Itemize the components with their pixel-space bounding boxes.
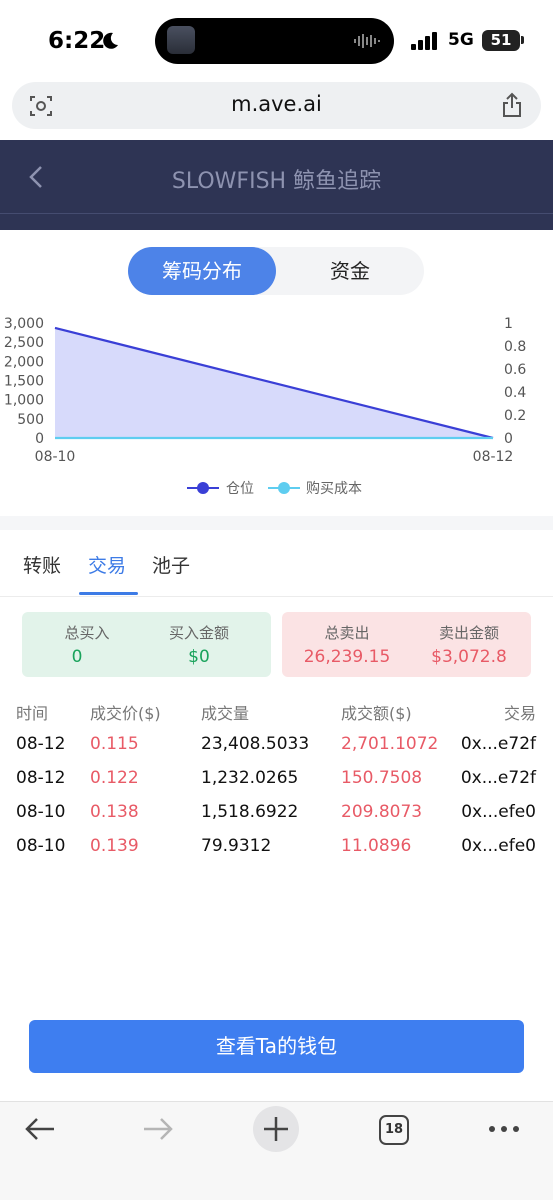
table-row[interactable]: 08-10 0.138 1,518.6922 209.8073 0x...efe… — [0, 802, 553, 836]
header-divider — [0, 213, 553, 214]
section-divider — [0, 516, 553, 530]
cell-tx-hash[interactable]: 0x...e72f — [461, 768, 536, 788]
y-right-tick-label: 0.6 — [504, 362, 526, 378]
cell-amount: 209.8073 — [341, 802, 423, 822]
col-header-time: 时间 — [16, 704, 49, 723]
cell-time: 08-12 — [16, 734, 66, 754]
status-bar: 6:22 5G 51 — [0, 0, 553, 80]
cell-volume: 1,232.0265 — [201, 768, 299, 788]
more-icon[interactable] — [488, 1122, 520, 1136]
audio-wave-icon — [354, 34, 380, 48]
tab-switcher-button[interactable]: 18 — [379, 1115, 409, 1145]
y-left-tick-label: 500 — [17, 412, 44, 428]
cell-volume: 23,408.5033 — [201, 734, 310, 754]
x-tick-label: 08-10 — [35, 449, 76, 465]
active-tab-indicator — [79, 592, 138, 595]
y-left-tick-label: 2,000 — [4, 354, 44, 370]
col-header-amount: 成交额($) — [341, 704, 412, 723]
y-axis-right: 1 0.8 0.6 0.4 0.2 0 — [504, 316, 526, 447]
y-right-tick-label: 0 — [504, 431, 513, 447]
cell-tx-hash[interactable]: 0x...efe0 — [461, 802, 536, 822]
y-left-tick-label: 2,500 — [4, 335, 44, 351]
total-sell-value: 26,239.15 — [303, 647, 391, 667]
view-wallet-button[interactable]: 查看Ta的钱包 — [29, 1020, 524, 1073]
back-arrow-icon[interactable] — [24, 1115, 56, 1143]
status-time: 6:22 — [48, 28, 106, 54]
legend-label-cost[interactable]: 购买成本 — [306, 478, 362, 498]
y-right-tick-label: 0.4 — [504, 385, 526, 401]
y-right-tick-label: 0.8 — [504, 339, 526, 355]
y-left-tick-label: 3,000 — [4, 316, 44, 332]
y-right-tick-label: 0.2 — [504, 408, 526, 424]
cell-price: 0.122 — [90, 768, 139, 788]
table-row[interactable]: 08-10 0.139 79.9312 11.0896 0x...efe0 — [0, 836, 553, 870]
chart-legend: 仓位 购买成本 — [0, 478, 553, 500]
table-row[interactable]: 08-12 0.115 23,408.5033 2,701.1072 0x...… — [0, 734, 553, 768]
cell-tx-hash[interactable]: 0x...efe0 — [461, 836, 536, 856]
position-chart: 3,000 2,500 2,000 1,500 1,000 500 0 1 0.8 0.6 0.4… — [4, 316, 526, 465]
buy-summary-card: 总买入 0 买入金额 $0 — [22, 612, 271, 677]
sell-amount-value: $3,072.8 — [431, 647, 507, 667]
cell-time: 08-12 — [16, 768, 66, 788]
cell-price: 0.139 — [90, 836, 139, 856]
plus-icon — [264, 1117, 288, 1141]
cell-price: 0.115 — [90, 734, 139, 754]
forward-arrow-icon[interactable] — [142, 1115, 174, 1143]
view-toggle: 筹码分布 资金 — [128, 247, 424, 295]
col-header-volume: 成交量 — [201, 704, 250, 723]
new-tab-button[interactable] — [253, 1106, 299, 1152]
network-type: 5G — [448, 30, 474, 50]
total-buy-value: 0 — [71, 647, 83, 667]
x-tick-label: 08-12 — [473, 449, 514, 465]
tab-pool[interactable]: 池子 — [152, 551, 190, 578]
legend-marker-position[interactable] — [187, 480, 219, 496]
total-sell-label: 总卖出 — [324, 624, 370, 642]
col-header-price: 成交价($) — [90, 704, 161, 723]
battery-icon: 51 — [482, 30, 520, 51]
y-left-tick-label: 1,500 — [4, 374, 44, 390]
tabs-divider — [0, 596, 553, 597]
chart-series — [54, 326, 494, 440]
cell-amount: 11.0896 — [341, 836, 412, 856]
sell-amount-label: 卖出金额 — [438, 624, 499, 642]
page-title: SLOWFISH 鲸鱼追踪 — [171, 169, 382, 194]
address-bar[interactable]: m.ave.ai — [12, 82, 541, 129]
buy-amount-label: 买入金额 — [168, 624, 229, 642]
col-header-tx: 交易 — [503, 704, 536, 723]
moon-icon — [103, 32, 118, 49]
tab-chip-distribution[interactable]: 筹码分布 — [128, 247, 276, 295]
cell-amount: 150.7508 — [341, 768, 423, 788]
cell-tx-hash[interactable]: 0x...e72f — [461, 734, 536, 754]
dynamic-island[interactable] — [155, 18, 394, 64]
cell-time: 08-10 — [16, 836, 66, 856]
legend-marker-cost[interactable] — [268, 480, 300, 496]
total-buy-label: 总买入 — [64, 624, 110, 642]
y-axis-left: 3,000 2,500 2,000 1,500 1,000 500 0 — [4, 316, 44, 447]
battery-cap — [521, 36, 524, 44]
x-axis: 08-10 08-12 — [35, 449, 514, 465]
sell-summary-card: 总卖出 26,239.15 卖出金额 $3,072.8 — [282, 612, 531, 677]
legend-label-position[interactable]: 仓位 — [226, 478, 254, 498]
signal-icon — [411, 32, 437, 50]
url-text[interactable]: m.ave.ai — [12, 92, 541, 116]
y-right-tick-label: 1 — [504, 316, 513, 332]
cell-amount: 2,701.1072 — [341, 734, 439, 754]
cell-time: 08-10 — [16, 802, 66, 822]
cell-price: 0.138 — [90, 802, 139, 822]
y-left-tick-label: 1,000 — [4, 393, 44, 409]
tab-transfer[interactable]: 转账 — [23, 551, 61, 578]
y-left-tick-label: 0 — [35, 431, 44, 447]
cell-volume: 79.9312 — [201, 836, 272, 856]
buy-amount-value: $0 — [188, 647, 210, 667]
share-icon[interactable] — [501, 92, 523, 118]
tab-funds[interactable]: 资金 — [276, 247, 424, 295]
now-playing-thumbnail — [167, 26, 195, 54]
table-row[interactable]: 08-12 0.122 1,232.0265 150.7508 0x...e72… — [0, 768, 553, 802]
cell-volume: 1,518.6922 — [201, 802, 299, 822]
tab-trade[interactable]: 交易 — [88, 551, 126, 578]
